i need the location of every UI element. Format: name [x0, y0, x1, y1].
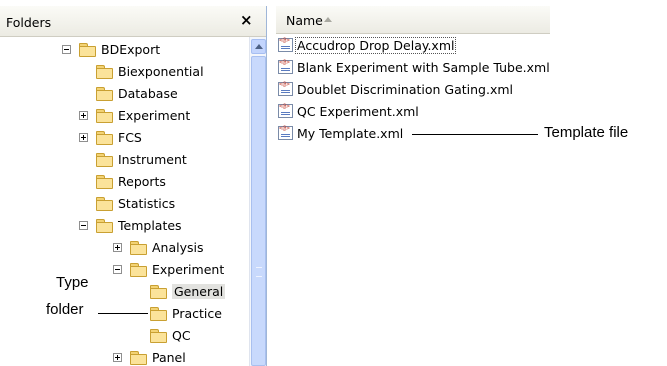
expand-plus-icon[interactable] — [79, 110, 88, 120]
expand-plus-icon[interactable] — [113, 242, 122, 252]
tree-item-experiment[interactable]: Experiment — [79, 105, 190, 125]
tree-item-label: FCS — [118, 129, 142, 145]
tree-item-label: Instrument — [118, 151, 187, 167]
file-name: My Template.xml — [297, 125, 404, 141]
folder-icon — [96, 64, 113, 79]
scroll-thumb[interactable] — [251, 56, 266, 366]
tree-item-label: Reports — [118, 173, 166, 189]
vertical-scrollbar[interactable] — [249, 37, 267, 366]
collapse-minus-icon[interactable] — [113, 264, 122, 274]
folder-tree: BDExport Biexponential Database Experiment F… — [0, 37, 249, 366]
folder-icon — [130, 240, 147, 255]
folder-icon — [150, 328, 167, 343]
tree-item-biexponential[interactable]: Biexponential — [96, 61, 204, 81]
folders-header: Folders × — [0, 6, 273, 37]
xml-file-icon — [278, 59, 293, 74]
file-name: QC Experiment.xml — [297, 103, 419, 119]
tree-item-label: Analysis — [152, 239, 204, 255]
tree-item-panel[interactable]: Panel — [113, 347, 186, 366]
tree-item-statistics[interactable]: Statistics — [96, 193, 175, 213]
collapse-minus-icon[interactable] — [62, 44, 71, 54]
folder-icon — [150, 306, 167, 321]
tree-item-label: Biexponential — [118, 63, 204, 79]
folder-icon — [150, 284, 167, 299]
tree-item-label: General — [172, 283, 226, 299]
folders-pane: Folders × BDExport Biexponential Database E… — [0, 0, 275, 366]
scroll-grip-icon — [256, 267, 262, 277]
type-folder-callout-line1: Type — [56, 274, 89, 291]
tree-item-reports[interactable]: Reports — [96, 171, 166, 191]
folder-icon — [130, 262, 147, 277]
xml-file-icon — [278, 103, 293, 118]
folder-icon — [79, 42, 96, 57]
folder-icon — [96, 108, 113, 123]
file-row[interactable]: My Template.xml — [278, 124, 404, 142]
tree-item-fcs[interactable]: FCS — [79, 127, 142, 147]
collapse-minus-icon[interactable] — [79, 220, 88, 230]
template-file-callout: Template file — [544, 124, 629, 141]
tree-item-experiment[interactable]: Experiment — [113, 259, 224, 279]
folders-title: Folders — [6, 15, 52, 30]
tree-item-label: Experiment — [152, 261, 225, 277]
folder-icon — [130, 350, 147, 365]
type-folder-callout-line — [98, 313, 148, 314]
folder-icon — [96, 86, 113, 101]
folder-icon — [96, 218, 113, 233]
tree-item-general[interactable]: General — [150, 281, 226, 301]
close-icon[interactable]: × — [240, 11, 253, 29]
tree-item-label: Database — [118, 85, 178, 101]
tree-item-database[interactable]: Database — [96, 83, 178, 103]
expand-plus-icon[interactable] — [79, 132, 88, 142]
file-row[interactable]: Accudrop Drop Delay.xml — [278, 36, 457, 54]
tree-item-bdexport[interactable]: BDExport — [62, 39, 160, 59]
folder-icon — [96, 196, 113, 211]
name-column-label: Name — [286, 13, 323, 28]
file-name: Blank Experiment with Sample Tube.xml — [297, 59, 550, 75]
tree-item-label: BDExport — [101, 41, 161, 57]
xml-file-icon — [278, 37, 293, 52]
file-name: Doublet Discrimination Gating.xml — [297, 81, 514, 97]
tree-item-analysis[interactable]: Analysis — [113, 237, 204, 257]
tree-item-templates[interactable]: Templates — [79, 215, 182, 235]
sort-ascending-icon — [324, 17, 332, 22]
folder-icon — [96, 174, 113, 189]
tree-item-label: Statistics — [118, 195, 176, 211]
file-row[interactable]: Doublet Discrimination Gating.xml — [278, 80, 514, 98]
tree-item-instrument[interactable]: Instrument — [96, 149, 187, 169]
expand-plus-icon[interactable] — [113, 352, 122, 362]
file-row[interactable]: Blank Experiment with Sample Tube.xml — [278, 58, 551, 76]
tree-item-practice[interactable]: Practice — [150, 303, 222, 323]
type-folder-callout-line2: folder — [46, 301, 84, 318]
file-row[interactable]: QC Experiment.xml — [278, 102, 420, 120]
tree-item-qc[interactable]: QC — [150, 325, 191, 345]
folder-icon — [96, 152, 113, 167]
tree-item-label: Panel — [152, 349, 186, 365]
xml-file-icon — [278, 125, 293, 140]
tree-item-label: QC — [172, 327, 191, 343]
pane-splitter[interactable] — [266, 6, 275, 366]
tree-item-label: Templates — [118, 217, 182, 233]
xml-file-icon — [278, 81, 293, 96]
file-list-pane: Name Accudrop Drop Delay.xml Blank Experi… — [276, 6, 550, 366]
folder-icon — [96, 130, 113, 145]
name-column-header[interactable]: Name — [276, 6, 550, 34]
tree-item-label: Experiment — [118, 107, 191, 123]
tree-item-label: Practice — [172, 305, 222, 321]
scroll-up-arrow-icon[interactable] — [251, 39, 266, 54]
file-name: Accudrop Drop Delay.xml — [294, 36, 457, 54]
template-file-callout-line — [412, 134, 538, 135]
